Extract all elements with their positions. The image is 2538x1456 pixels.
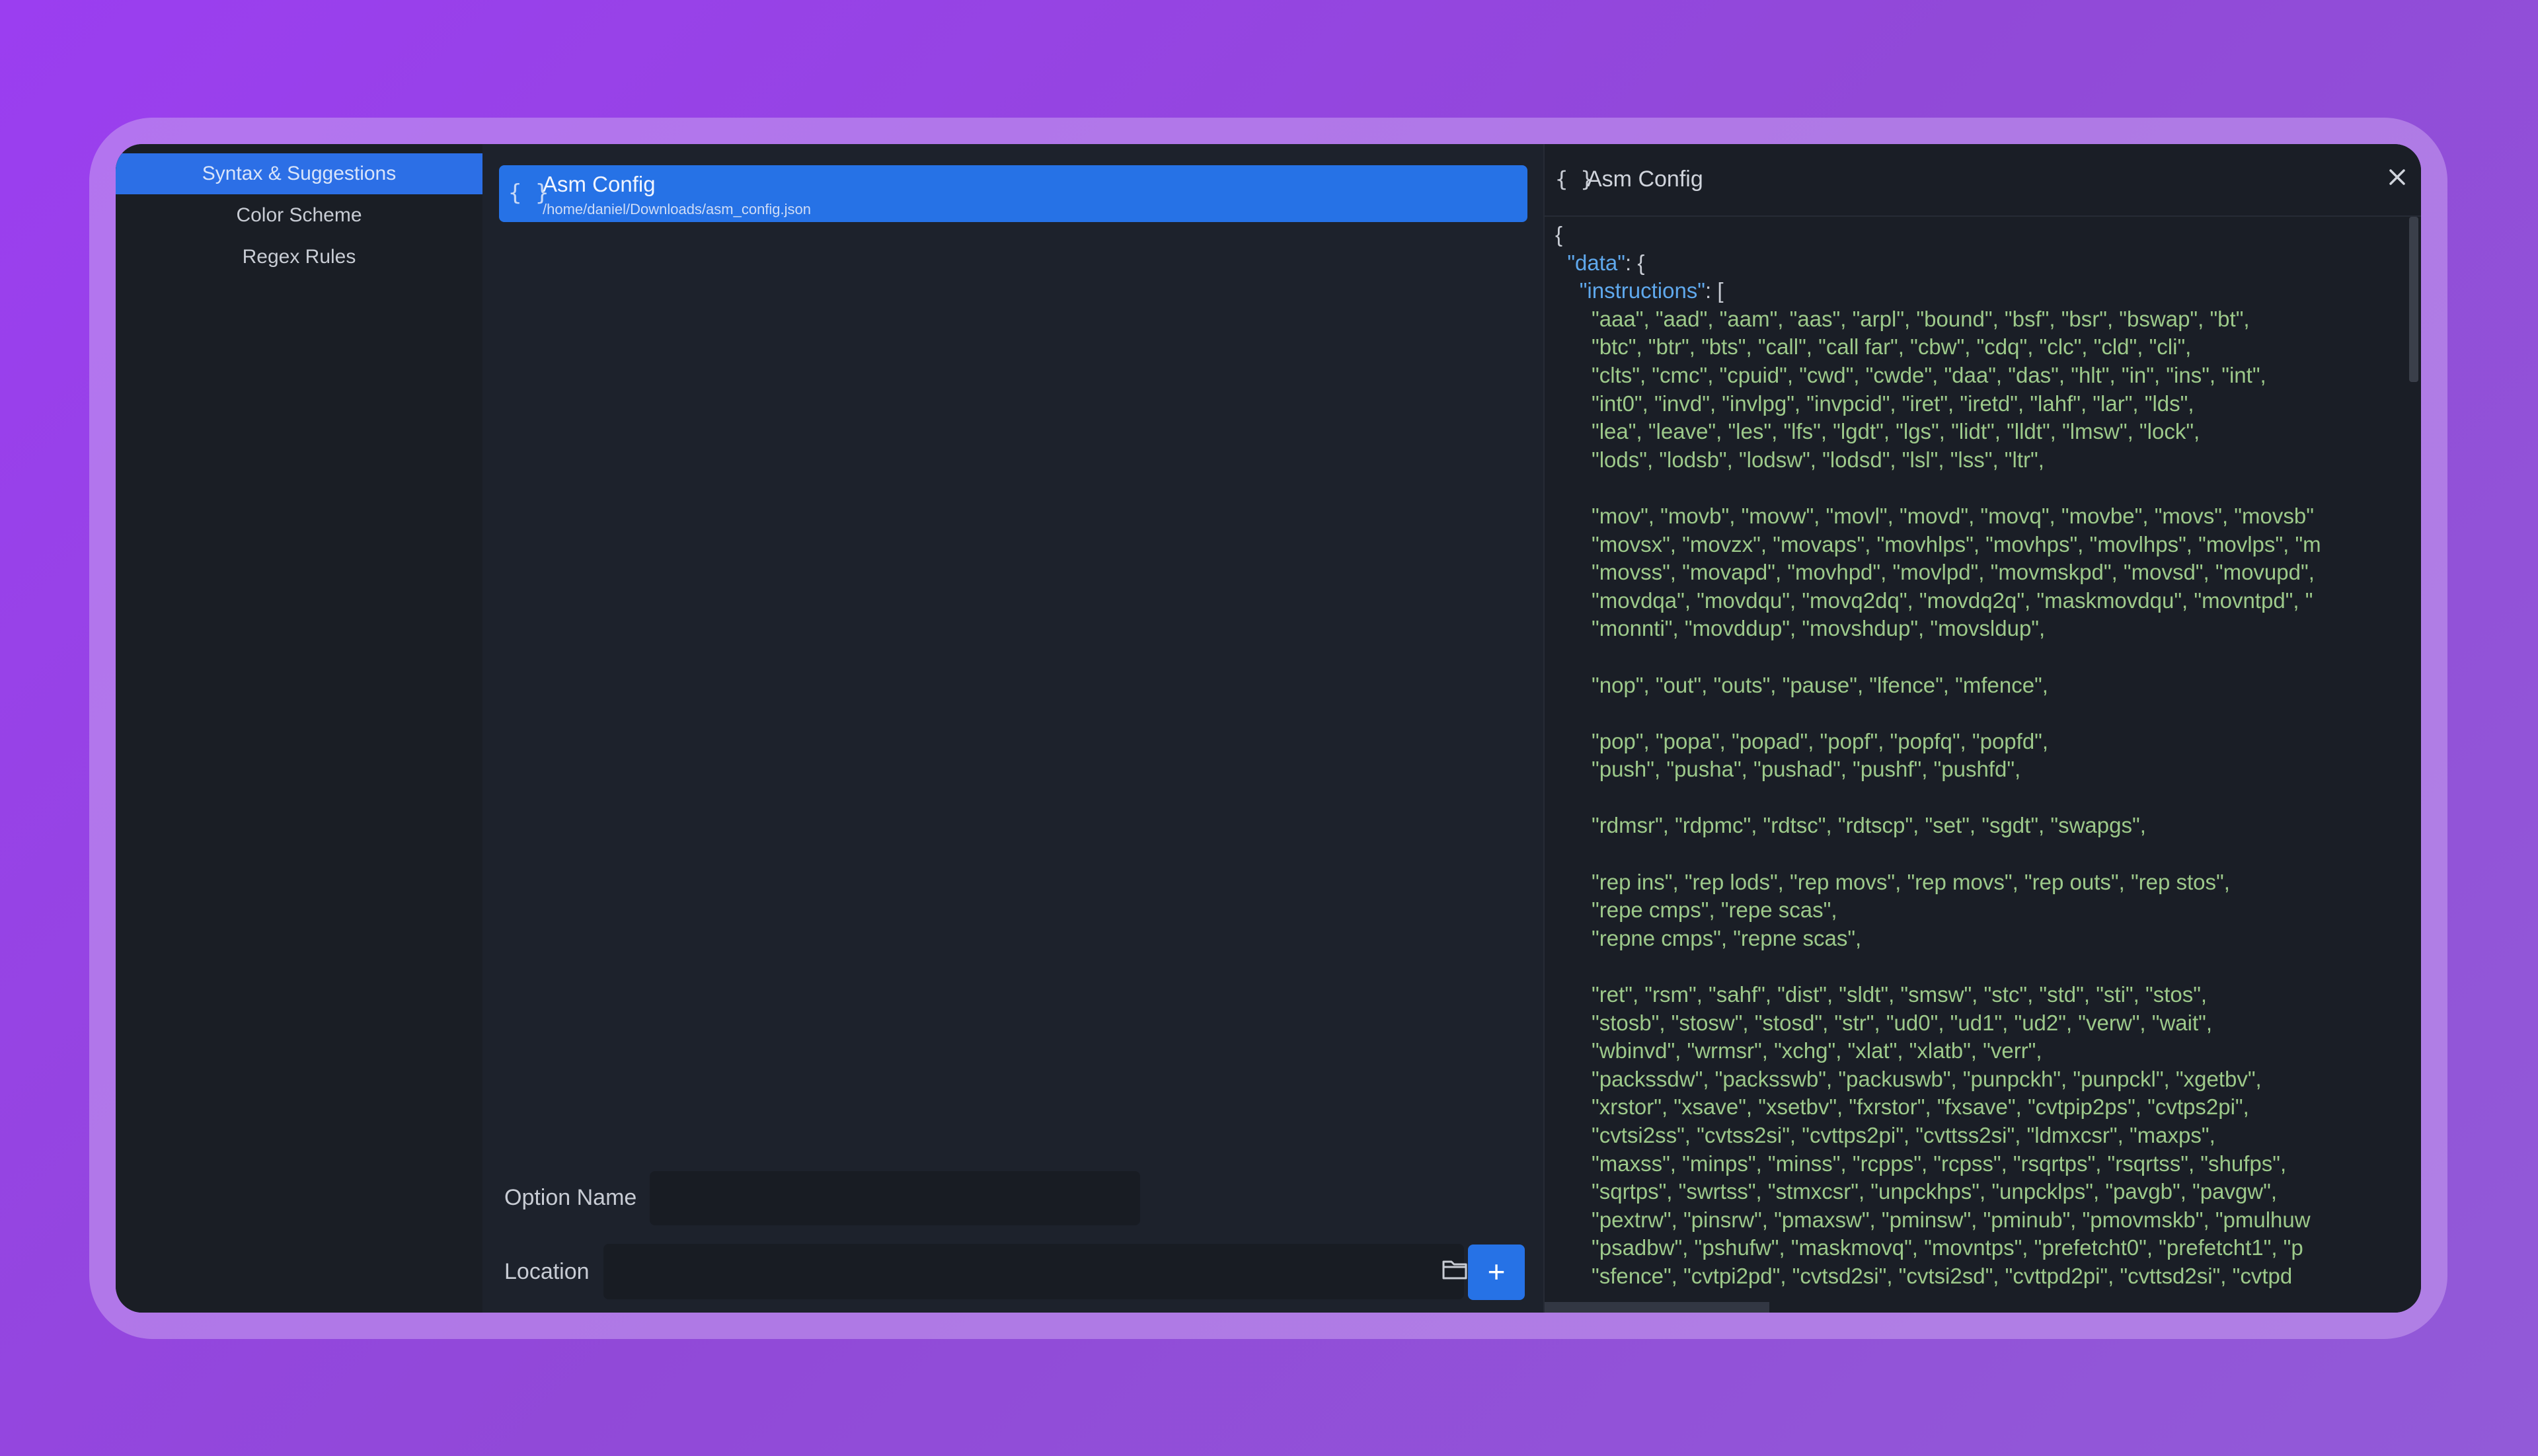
close-icon[interactable] — [2385, 165, 2409, 189]
code-line: "data": { — [1567, 250, 1645, 275]
json-code-view[interactable]: { "data": { "instructions": [ "aaa", "aa… — [1555, 221, 2408, 1291]
code-line: "rep ins", "rep lods", "rep movs", "rep … — [1555, 869, 2230, 894]
editor-panel: { } Asm Config { "data": { "instructions… — [1543, 144, 2421, 1313]
config-path: /home/daniel/Downloads/asm_config.json — [543, 201, 812, 217]
code-line: "pextrw", "pinsrw", "pmaxsw", "pminsw", … — [1555, 1207, 2311, 1232]
editor-header: { } Asm Config — [1545, 144, 2421, 217]
code-line: "aaa", "aad", "aam", "aas", "arpl", "bou… — [1555, 306, 2250, 331]
code-line: "repne cmps", "repne scas", — [1555, 925, 1862, 950]
horizontal-scrollbar[interactable] — [1545, 1302, 1769, 1313]
sidebar-item-regex-rules[interactable]: Regex Rules — [116, 237, 482, 278]
config-list-item[interactable]: { } Asm Config /home/daniel/Downloads/as… — [499, 165, 1527, 222]
folder-icon[interactable] — [1442, 1258, 1468, 1281]
code-line: "monnti", "movddup", "movshdup", "movsld… — [1555, 616, 2046, 641]
code-line: "mov", "movb", "movw", "movl", "movd", "… — [1555, 503, 2314, 528]
code-line: "sfence", "cvtpi2pd", "cvtsd2si", "cvtsi… — [1555, 1263, 2293, 1288]
code-line: "movdqa", "movdqu", "movq2dq", "movdq2q"… — [1555, 588, 2313, 613]
code-line: "xrstor", "xsave", "xsetbv", "fxrstor", … — [1555, 1094, 2249, 1120]
code-line: "lods", "lodsb", "lodsw", "lodsd", "lsl"… — [1555, 447, 2044, 472]
config-title: Asm Config — [543, 172, 656, 196]
vertical-scrollbar[interactable] — [2409, 217, 2418, 382]
code-line: "push", "pusha", "pushad", "pushf", "pus… — [1555, 757, 2021, 782]
code-line: "cvtsi2ss", "cvtss2si", "cvttps2pi", "cv… — [1555, 1123, 2215, 1147]
config-panel: { } Asm Config /home/daniel/Downloads/as… — [492, 144, 1656, 1313]
code-line: "maxss", "minps", "minss", "rcpps", "rcp… — [1555, 1151, 2287, 1176]
code-line: "btc", "btr", "bts", "call", "call far",… — [1555, 334, 2192, 360]
code-line: "rdmsr", "rdpmc", "rdtsc", "rdtscp", "se… — [1555, 813, 2146, 838]
code-line: "sqrtps", "swrtss", "stmxcsr", "unpckhps… — [1555, 1179, 2278, 1204]
code-line: "movsx", "movzx", "movaps", "movhlps", "… — [1555, 531, 2321, 556]
code-line: "wbinvd", "wrmsr", "xchg", "xlat", "xlat… — [1555, 1038, 2042, 1063]
option-name-input[interactable] — [650, 1171, 1140, 1225]
code-line: { — [1555, 222, 1563, 247]
code-line: "instructions": [ — [1579, 278, 1724, 303]
location-input[interactable] — [603, 1244, 1464, 1299]
code-line: "ret", "rsm", "sahf", "dist", "sldt", "s… — [1555, 982, 2208, 1007]
code-line: "pop", "popa", "popad", "popf", "popfq",… — [1555, 728, 2049, 753]
option-name-label: Option Name — [504, 1185, 637, 1210]
code-line: "movss", "movapd", "movhpd", "movlpd", "… — [1555, 560, 2315, 585]
sidebar-item-syntax-suggestions[interactable]: Syntax & Suggestions — [116, 153, 482, 194]
code-line: "int0", "invd", "invlpg", "invpcid", "ir… — [1555, 391, 2194, 416]
code-line: "packssdw", "packsswb", "packuswb", "pun… — [1555, 1066, 2262, 1091]
sidebar-item-color-scheme[interactable]: Color Scheme — [116, 195, 482, 236]
location-label: Location — [504, 1259, 590, 1284]
app-window: Syntax & Suggestions Color Scheme Regex … — [116, 144, 2421, 1313]
add-button[interactable]: + — [1468, 1245, 1525, 1300]
sidebar: Syntax & Suggestions Color Scheme Regex … — [116, 144, 482, 1313]
code-line: "nop", "out", "outs", "pause", "lfence",… — [1555, 672, 2048, 697]
code-line: "psadbw", "pshufw", "maskmovq", "movntps… — [1555, 1235, 2303, 1260]
code-line: "stosb", "stosw", "stosd", "str", "ud0",… — [1555, 1010, 2213, 1035]
code-line: "lea", "leave", "les", "lfs", "lgdt", "l… — [1555, 419, 2200, 444]
code-line: "clts", "cmc", "cpuid", "cwd", "cwde", "… — [1555, 362, 2266, 387]
editor-title: Asm Config — [1587, 167, 1703, 192]
code-line: "repe cmps", "repe scas", — [1555, 898, 1837, 923]
